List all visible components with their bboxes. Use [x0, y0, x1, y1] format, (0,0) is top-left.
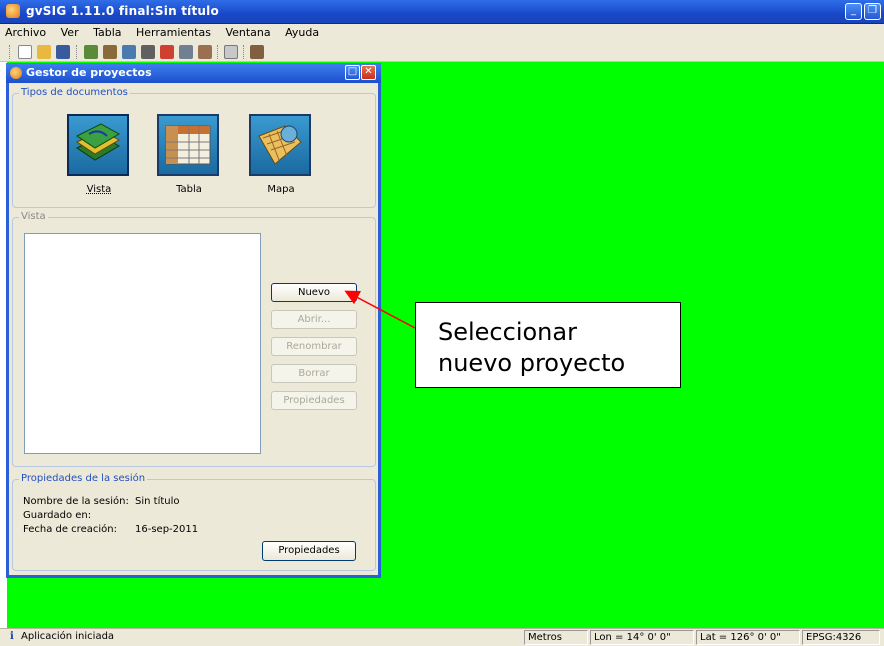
session-name-value: Sin título [135, 496, 180, 507]
status-message: i Aplicación iniciada [10, 631, 114, 642]
info-icon: i [10, 631, 14, 642]
status-epsg: EPSG:4326 [802, 630, 880, 645]
doc-type-mapa-label: Mapa [267, 184, 295, 195]
session-created-label: Fecha de creación: [23, 524, 117, 535]
annotation-line-2: nuevo proyecto [438, 349, 626, 377]
doc-type-tabla-label: Tabla [176, 184, 202, 195]
maximize-button[interactable]: □ [345, 65, 360, 80]
vista-list-group: Vista Nuevo Abrir... Renombrar Borrar Pr… [12, 211, 376, 467]
toolbar-separator [217, 45, 220, 59]
menu-herramientas[interactable]: Herramientas [130, 24, 216, 39]
status-longitude: Lon = 14° 0' 0" [590, 630, 694, 645]
menu-archivo[interactable]: Archivo [0, 24, 51, 39]
nuevo-button[interactable]: Nuevo [271, 283, 357, 302]
documents-listbox[interactable] [24, 233, 261, 454]
doc-type-vista-label: Vista [86, 184, 112, 195]
session-properties-button[interactable]: Propiedades [262, 541, 356, 561]
project-manager-window: Gestor de proyectos □ ✕ Tipos de documen… [6, 63, 381, 578]
project-manager-title: Gestor de proyectos [26, 66, 152, 79]
session-saved-label: Guardado en: [23, 510, 92, 521]
session-properties-label: Propiedades de la sesión [19, 473, 148, 484]
status-units: Metros [524, 630, 588, 645]
project-manager-icon [10, 67, 22, 79]
annotation-text: Seleccionar nuevo proyecto [438, 317, 678, 379]
edit-icon[interactable] [179, 45, 193, 59]
session-name-label: Nombre de la sesión: [23, 496, 129, 507]
status-message-text: Aplicación iniciada [21, 631, 115, 642]
session-created-row: Fecha de creación: 16-sep-2011 [23, 524, 198, 535]
doc-type-tabla[interactable]: Tabla [157, 114, 221, 195]
toolbar [0, 42, 884, 62]
menu-bar: Archivo Ver Tabla Herramientas Ventana A… [0, 24, 884, 42]
menu-tabla[interactable]: Tabla [87, 24, 126, 39]
app-title-bar: gvSIG 1.11.0 final:Sin título _ ❐ [0, 0, 884, 24]
session-saved-row: Guardado en: [23, 510, 91, 521]
menu-ayuda[interactable]: Ayuda [279, 24, 324, 39]
add-event-icon[interactable] [103, 45, 117, 59]
menu-ver[interactable]: Ver [55, 24, 84, 39]
cad-icon[interactable] [122, 45, 136, 59]
borrar-button[interactable]: Borrar [271, 364, 357, 383]
tools-icon[interactable] [250, 45, 264, 59]
export-icon[interactable] [141, 45, 155, 59]
annotation-callout: Seleccionar nuevo proyecto [415, 302, 681, 388]
toolbar-grip[interactable] [9, 45, 12, 59]
status-latitude: Lat = 126° 0' 0" [696, 630, 800, 645]
restore-button[interactable]: ❐ [864, 3, 881, 20]
toolbar-separator [243, 45, 246, 59]
app-title: gvSIG 1.11.0 final:Sin título [26, 4, 219, 18]
abrir-button[interactable]: Abrir... [271, 310, 357, 329]
menu-ventana[interactable]: Ventana [219, 24, 275, 39]
session-name-row: Nombre de la sesión: Sin título [23, 496, 180, 507]
open-project-icon[interactable] [37, 45, 51, 59]
georef-icon[interactable] [160, 45, 174, 59]
annotation-line-1: Seleccionar [438, 318, 577, 346]
propiedades-doc-button[interactable]: Propiedades [271, 391, 357, 410]
doc-type-mapa[interactable]: Mapa [249, 114, 313, 195]
gvsig-app-icon [6, 4, 20, 18]
add-layer-icon[interactable] [84, 45, 98, 59]
save-icon[interactable] [56, 45, 70, 59]
vista-icon [67, 114, 129, 176]
document-types-label: Tipos de documentos [19, 87, 130, 98]
locator-icon[interactable] [224, 45, 238, 59]
new-project-icon[interactable] [18, 45, 32, 59]
minimize-button[interactable]: _ [845, 3, 862, 20]
status-bar: i Aplicación iniciada Metros Lon = 14° 0… [0, 628, 884, 646]
session-properties-group: Propiedades de la sesión Nombre de la se… [12, 473, 376, 571]
renombrar-button[interactable]: Renombrar [271, 337, 357, 356]
document-types-group: Tipos de documentos Vista Tabla Mapa [12, 87, 376, 208]
tabla-icon [157, 114, 219, 176]
session-created-value: 16-sep-2011 [135, 524, 199, 535]
close-button[interactable]: ✕ [361, 65, 376, 80]
toolbar-separator [76, 45, 79, 59]
vista-list-label: Vista [19, 211, 48, 222]
doc-type-vista[interactable]: Vista [67, 114, 131, 195]
mapa-icon [249, 114, 311, 176]
cad-layer-icon[interactable] [198, 45, 212, 59]
project-manager-title-bar[interactable]: Gestor de proyectos □ ✕ [6, 63, 381, 83]
